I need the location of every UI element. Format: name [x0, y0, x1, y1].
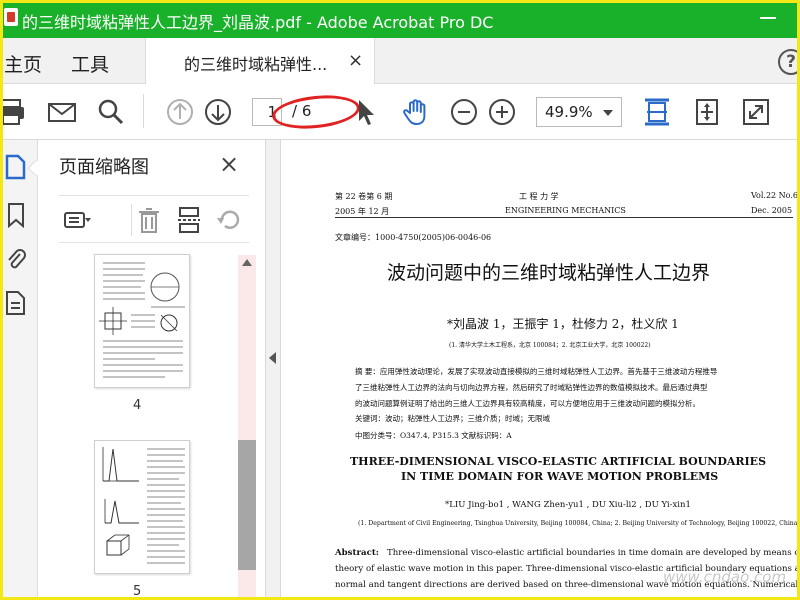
- document-view[interactable]: 第 22 卷第 6 期 工 程 力 学 Vol.22 No.6 2005 年 1…: [281, 140, 800, 600]
- undo-icon[interactable]: [215, 206, 243, 234]
- close-panel-icon[interactable]: ×: [219, 150, 239, 178]
- rotate-view-icon[interactable]: [692, 97, 722, 127]
- document-tab-label: 的三维时域粘弹性...: [184, 55, 328, 74]
- abstract-cn-line: 摘 要：应用弹性波动理论，发展了实现波动直接模拟的三维时域粘弹性人工边界。首先基…: [355, 367, 718, 376]
- email-icon[interactable]: [47, 97, 77, 127]
- article-title-cn: 波动问题中的三维时域粘弹性人工边界: [387, 262, 711, 284]
- navigation-rail: [0, 140, 45, 600]
- watermark: www.cndao.com: [663, 568, 787, 586]
- journal-date-en: Dec. 2005: [751, 206, 793, 215]
- toolbar-separator: [143, 94, 144, 128]
- keywords-cn: 关键词：波动；粘弹性人工边界；三维介质；时域；无限域: [355, 414, 550, 423]
- thumbnail-content: [102, 447, 185, 564]
- header-rule: [335, 217, 793, 218]
- abstract-en-label: Abstract:: [335, 548, 379, 558]
- journal-date-cn: 2005 年 12 月: [335, 207, 390, 216]
- full-screen-icon[interactable]: [741, 97, 771, 127]
- collapse-arrow-icon: [269, 352, 276, 364]
- journal-volume-en: Vol.22 No.6: [751, 191, 798, 200]
- panel-toolbar-separator: [131, 204, 132, 236]
- page-thumbnail-5[interactable]: [94, 440, 190, 574]
- tab-tools[interactable]: 工具: [71, 50, 109, 77]
- delete-page-icon[interactable]: [135, 206, 163, 234]
- main-toolbar: 1 / 6 49.9%: [0, 84, 800, 140]
- authors-en: *LIU Jing-bo1 , WANG Zhen-yu1 , DU Xiu-l…: [445, 500, 691, 510]
- page-thumbnails-panel: 页面缩略图 × 4 5: [39, 140, 265, 600]
- attachment-icon[interactable]: [4, 246, 28, 272]
- annotation-red-circle: [270, 91, 362, 133]
- previous-page-icon[interactable]: [165, 97, 195, 127]
- select-cursor-icon[interactable]: [352, 97, 382, 127]
- scroll-up-icon[interactable]: [242, 259, 252, 266]
- chevron-down-icon: [603, 110, 613, 116]
- authors-cn: *刘晶波 1，王振宇 1，杜修力 2，杜义欣 1: [447, 317, 679, 331]
- title-bar: 的三维时域粘弹性人工边界_刘晶波.pdf - Adobe Acrobat Pro…: [0, 0, 800, 38]
- pdf-page: 第 22 卷第 6 期 工 程 力 学 Vol.22 No.6 2005 年 1…: [281, 140, 800, 600]
- zoom-level-select[interactable]: 49.9%: [536, 97, 622, 127]
- zoom-in-icon[interactable]: [487, 97, 517, 127]
- close-tab-icon[interactable]: ×: [348, 50, 363, 71]
- document-tab[interactable]: 的三维时域粘弹性... ×: [145, 38, 375, 84]
- minimize-icon[interactable]: [760, 17, 776, 19]
- thumbnail-label-4: 4: [133, 398, 142, 413]
- journal-volume-cn: 第 22 卷第 6 期: [335, 192, 393, 201]
- affiliation-en: (1. Department of Civil Engineering, Tsi…: [358, 520, 800, 527]
- search-icon[interactable]: [96, 97, 126, 127]
- article-title-en-line: THREE-DIMENSIONAL VISCO-ELASTIC ARTIFICI…: [350, 455, 767, 468]
- thumbnails-scrollbar[interactable]: [238, 255, 256, 600]
- hand-tool-icon[interactable]: [401, 97, 431, 127]
- window-title: 的三维时域粘弹性人工边界_刘晶波.pdf - Adobe Acrobat Pro…: [22, 13, 494, 32]
- affiliation-cn: (1. 清华大学土木工程系，北京 100084；2. 北京工业大学，北京 100…: [449, 342, 651, 349]
- help-icon[interactable]: ?: [778, 49, 800, 75]
- page-thumbnails-icon[interactable]: [4, 154, 28, 180]
- panel-title: 页面缩略图: [59, 157, 149, 178]
- article-number: 文章编号：1000-4750(2005)06-0046-06: [335, 233, 492, 242]
- journal-name-en: ENGINEERING MECHANICS: [505, 206, 626, 215]
- print-icon[interactable]: [0, 97, 26, 127]
- abstract-cn-line: 了三维粘弹性人工边界的法向与切向边界方程，然后研究了时域粘弹性边界的数值模拟技术…: [355, 383, 708, 392]
- panel-collapse-handle[interactable]: [265, 140, 281, 600]
- acrobat-app-icon: [4, 8, 18, 26]
- page-thumbnail-4[interactable]: [94, 254, 190, 388]
- thumbnail-options-icon[interactable]: [63, 206, 91, 234]
- next-page-icon[interactable]: [203, 97, 233, 127]
- tab-bar: 主页 工具 的三维时域粘弹性... × ?: [0, 38, 800, 84]
- insert-page-icon[interactable]: [175, 206, 203, 234]
- document-layers-icon[interactable]: [4, 290, 28, 316]
- zoom-out-icon[interactable]: [449, 97, 479, 127]
- tab-home[interactable]: 主页: [4, 50, 42, 77]
- article-title-en-line: IN TIME DOMAIN FOR WAVE MOTION PROBLEMS: [401, 470, 719, 483]
- thumbnail-content: [99, 262, 185, 378]
- journal-name-cn: 工 程 力 学: [519, 192, 559, 201]
- panel-toolbar: [59, 195, 249, 243]
- classification-cn: 中图分类号：O347.4, P315.3 文献标识码：A: [355, 431, 512, 440]
- fit-width-icon[interactable]: [642, 97, 672, 127]
- bookmark-icon[interactable]: [4, 202, 28, 228]
- abstract-en-line: Three-dimensional visco-elastic artifici…: [387, 548, 800, 558]
- thumbnail-label-5: 5: [133, 584, 142, 599]
- zoom-level-value: 49.9%: [545, 103, 593, 121]
- scrollbar-thumb[interactable]: [238, 440, 256, 570]
- abstract-cn-line: 的波动问题算例证明了给出的三维人工边界具有较高精度，可以方便地应用于三维波动问题…: [355, 399, 700, 408]
